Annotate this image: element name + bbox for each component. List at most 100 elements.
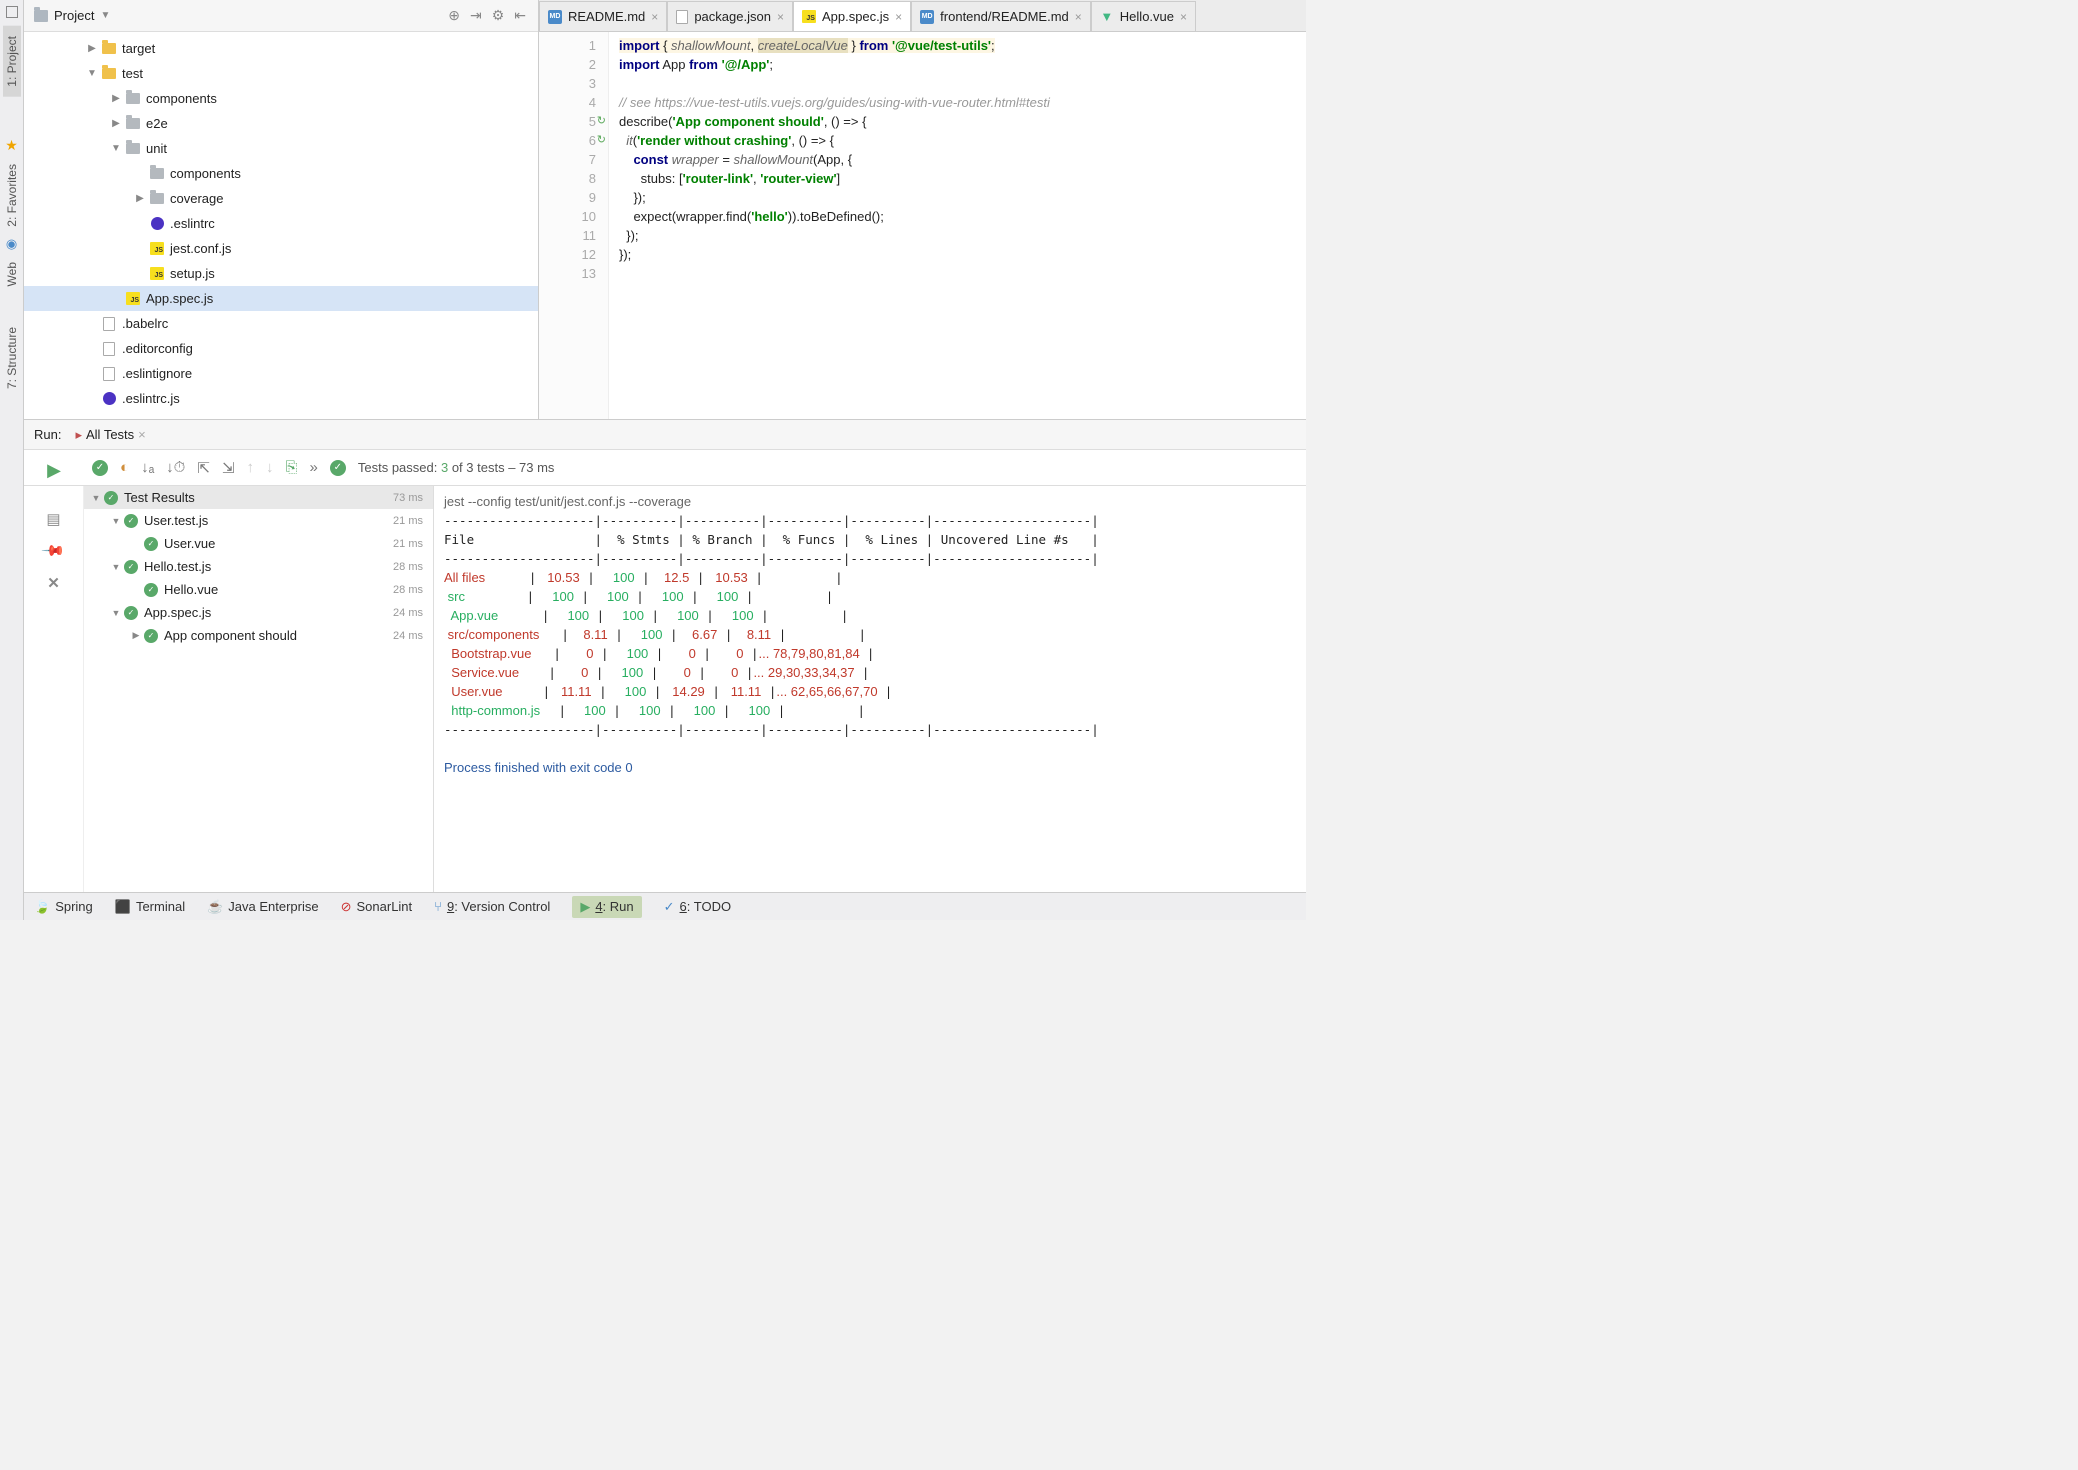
console-output[interactable]: jest --config test/unit/jest.conf.js --c… xyxy=(434,486,1306,892)
tree-item[interactable]: JSjest.conf.js xyxy=(24,236,538,261)
passed-filter-icon[interactable]: ✓ xyxy=(92,460,108,476)
rerun-button[interactable]: ▶ xyxy=(47,460,61,481)
editor-tab[interactable]: package.json× xyxy=(667,1,793,31)
tree-item[interactable]: ▼unit xyxy=(24,136,538,161)
close-icon[interactable]: × xyxy=(1075,10,1082,24)
test-pass-icon: ✓ xyxy=(144,583,158,597)
statusbar-item[interactable]: ⑂9: Version Control xyxy=(434,899,550,914)
collapse-all-icon[interactable]: ⇲ xyxy=(222,459,235,477)
project-folder-icon xyxy=(34,10,48,22)
statusbar-label: Java Enterprise xyxy=(228,899,318,914)
tree-item[interactable]: .eslintignore xyxy=(24,361,538,386)
close-icon[interactable]: × xyxy=(777,10,784,24)
toggle-icon[interactable]: ◐ xyxy=(120,459,129,476)
file-type-icon: JS xyxy=(148,267,166,280)
test-pass-icon: ✓ xyxy=(144,537,158,551)
dropdown-icon[interactable]: ▼ xyxy=(100,10,110,21)
pin-icon[interactable]: 📌 xyxy=(41,538,67,564)
tree-item[interactable]: ▼test xyxy=(24,61,538,86)
statusbar-item[interactable]: ▶4: Run xyxy=(572,896,641,918)
vtab-favorites[interactable]: 2: Favorites xyxy=(3,154,21,237)
project-tree[interactable]: ▶target▼test▶components▶e2e▼unitcomponen… xyxy=(24,32,538,419)
statusbar-label: 9: Version Control xyxy=(447,899,550,914)
code-editor[interactable]: 12345678910111213↻↻ import { shallowMoun… xyxy=(539,32,1306,419)
test-time: 24 ms xyxy=(393,630,423,642)
favorites-star-icon: ★ xyxy=(5,137,18,154)
test-toolbar: ✓ ◐ ↓ₐ ↓⏱ ⇱ ⇲ ↑ ↓ ⎘ » ✓ Tests passed: 3 … xyxy=(84,459,1306,477)
vtab-web[interactable]: Web xyxy=(3,252,21,296)
tree-item[interactable]: JSApp.spec.js xyxy=(24,286,538,311)
tab-label: App.spec.js xyxy=(822,9,889,24)
test-tree-row[interactable]: ▶✓App component should24 ms xyxy=(84,624,433,647)
layout-icon[interactable]: ▤ xyxy=(46,510,60,528)
tree-label: unit xyxy=(146,141,167,156)
next-icon[interactable]: ↓ xyxy=(266,459,274,476)
tree-label: setup.js xyxy=(170,266,215,281)
tree-item[interactable]: ▶coverage xyxy=(24,186,538,211)
test-tree-row[interactable]: ✓Hello.vue28 ms xyxy=(84,578,433,601)
sort-down-icon[interactable]: ↓ₐ xyxy=(141,459,154,476)
vtab-structure[interactable]: 7: Structure xyxy=(3,317,21,399)
tree-item[interactable]: components xyxy=(24,161,538,186)
run-tab-bar: Run: ▸ All Tests × xyxy=(24,420,1306,450)
close-icon[interactable]: × xyxy=(1180,10,1187,24)
statusbar-item[interactable]: ☕Java Enterprise xyxy=(207,899,319,915)
test-name: App component should xyxy=(164,628,393,643)
statusbar-label: 6: TODO xyxy=(680,899,732,914)
test-time: 28 ms xyxy=(393,584,423,596)
expand-all-icon[interactable]: ⇱ xyxy=(197,459,210,477)
statusbar-item[interactable]: ✓6: TODO xyxy=(664,899,731,915)
test-tree-row[interactable]: ✓User.vue21 ms xyxy=(84,532,433,555)
test-tree-row[interactable]: ▼✓Hello.test.js28 ms xyxy=(84,555,433,578)
tab-label: frontend/README.md xyxy=(940,9,1069,24)
locate-icon[interactable]: ⊕ xyxy=(446,7,462,24)
gutter-square-icon[interactable] xyxy=(6,6,18,18)
close-icon[interactable]: × xyxy=(138,427,146,442)
editor-tab[interactable]: ▼Hello.vue× xyxy=(1091,1,1196,31)
tree-item[interactable]: .editorconfig xyxy=(24,336,538,361)
tree-item[interactable]: ▶e2e xyxy=(24,111,538,136)
tree-label: .eslintrc.js xyxy=(122,391,180,406)
file-type-icon xyxy=(100,68,118,79)
tree-item[interactable]: JS setup.js xyxy=(24,261,538,286)
tree-item[interactable]: ▶target xyxy=(24,36,538,61)
close-icon[interactable]: × xyxy=(895,10,902,24)
more-icon[interactable]: » xyxy=(310,459,318,476)
test-tree-row[interactable]: ▼✓Test Results73 ms xyxy=(84,486,433,509)
tree-item[interactable]: ▶components xyxy=(24,86,538,111)
hide-icon[interactable]: ⇤ xyxy=(512,7,528,24)
tab-label: Hello.vue xyxy=(1120,9,1174,24)
collapse-icon[interactable]: ⇥ xyxy=(468,7,484,24)
test-time: 21 ms xyxy=(393,538,423,550)
close-icon[interactable]: × xyxy=(651,10,658,24)
tree-item[interactable]: .eslintrc.js xyxy=(24,386,538,411)
tree-label: components xyxy=(146,91,217,106)
prev-icon[interactable]: ↑ xyxy=(247,459,255,476)
tree-item[interactable]: .eslintrc xyxy=(24,211,538,236)
gear-icon[interactable]: ⚙ xyxy=(490,7,507,24)
statusbar-item[interactable]: ⬛Terminal xyxy=(115,899,185,915)
export-icon[interactable]: ⎘ xyxy=(286,459,298,476)
editor-tab[interactable]: MDREADME.md× xyxy=(539,1,667,31)
file-type-icon xyxy=(124,93,142,104)
file-type-icon: JS xyxy=(124,292,142,305)
test-time: 28 ms xyxy=(393,561,423,573)
test-results-tree[interactable]: ▼✓Test Results73 ms▼✓User.test.js21 ms✓U… xyxy=(84,486,434,892)
close-panel-icon[interactable]: ✕ xyxy=(47,574,60,592)
vtab-project[interactable]: 1: Project xyxy=(3,26,21,97)
sort-time-icon[interactable]: ↓⏱ xyxy=(166,459,185,476)
file-type-icon xyxy=(148,193,166,204)
test-pass-icon: ✓ xyxy=(104,491,118,505)
statusbar-item[interactable]: 🍃Spring xyxy=(34,899,93,915)
editor-tab[interactable]: MDfrontend/README.md× xyxy=(911,1,1091,31)
code-area[interactable]: import { shallowMount, createLocalVue } … xyxy=(609,32,1306,419)
test-tree-row[interactable]: ▼✓User.test.js21 ms xyxy=(84,509,433,532)
tree-item[interactable]: .babelrc xyxy=(24,311,538,336)
run-config-tab[interactable]: ▸ All Tests × xyxy=(69,425,151,445)
run-config-icon: ▸ xyxy=(75,427,82,443)
run-config-label: All Tests xyxy=(86,427,134,442)
tree-label: .eslintignore xyxy=(122,366,192,381)
editor-tab[interactable]: JSApp.spec.js× xyxy=(793,1,911,31)
test-tree-row[interactable]: ▼✓App.spec.js24 ms xyxy=(84,601,433,624)
statusbar-item[interactable]: ⊘SonarLint xyxy=(341,899,413,915)
